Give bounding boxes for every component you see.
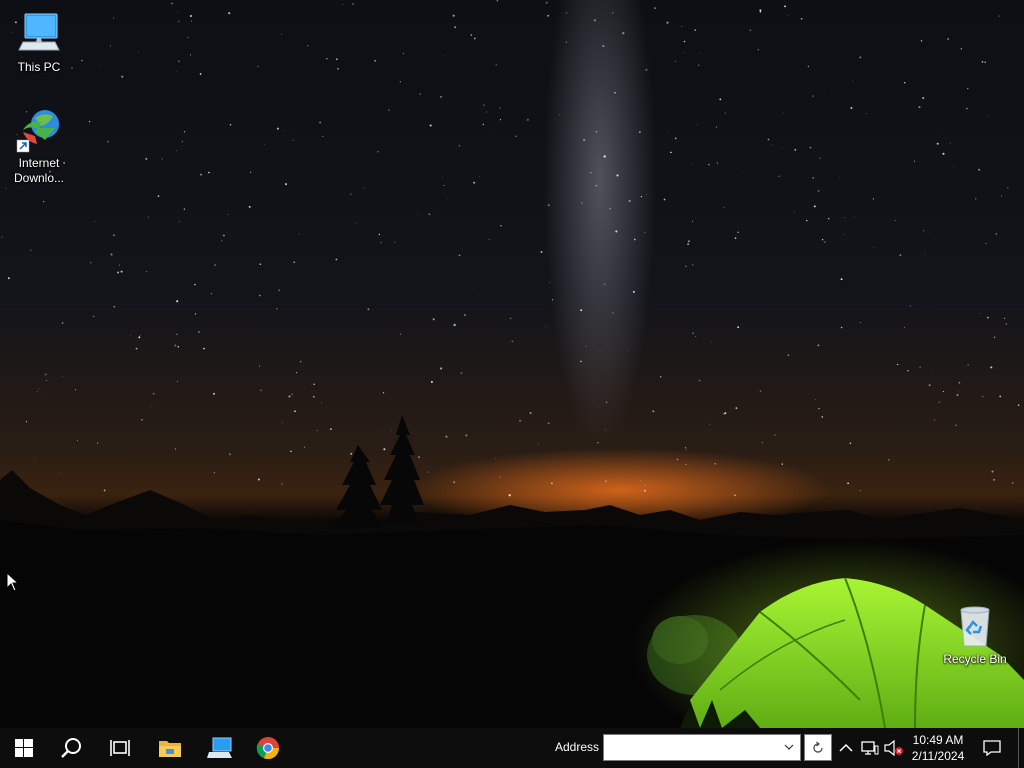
address-bar[interactable] xyxy=(603,734,801,761)
chrome-icon xyxy=(256,737,280,760)
address-label: Address xyxy=(555,740,600,754)
mouse-cursor-icon xyxy=(6,572,20,592)
action-center-button[interactable] xyxy=(970,728,1014,768)
network-icon xyxy=(861,741,879,755)
desktop[interactable]: This PC Internet Downlo... Recycle Bin xyxy=(0,0,1024,728)
clock-date: 2/11/2024 xyxy=(911,749,965,763)
desktop-icon-label: Internet Downlo... xyxy=(13,156,65,185)
clock-time: 10:49 AM xyxy=(912,733,964,747)
recycle-bin-icon xyxy=(960,606,990,647)
search-icon xyxy=(61,738,81,758)
chevron-down-icon[interactable] xyxy=(780,737,798,757)
show-hidden-icons-button[interactable] xyxy=(836,738,856,758)
volume-muted-icon xyxy=(884,739,903,757)
clock[interactable]: 10:49 AM 2/11/2024 xyxy=(906,732,970,764)
taskbar: Address 10:49 AM 2/11/2024 xyxy=(0,728,1024,768)
notification-icon xyxy=(983,740,1001,756)
remote-desktop-button[interactable] xyxy=(196,728,244,768)
desktop-icon-label: This PC xyxy=(17,60,61,74)
desktop-icon-recycle-bin[interactable]: Recycle Bin xyxy=(937,602,1013,667)
address-input[interactable] xyxy=(606,737,780,757)
chrome-button[interactable] xyxy=(244,728,292,768)
desktop-icon-internet-download-manager[interactable]: Internet Downlo... xyxy=(1,106,77,186)
wallpaper-landscape xyxy=(0,415,1024,728)
search-button[interactable] xyxy=(48,728,96,768)
folder-icon xyxy=(159,741,181,757)
task-view-button[interactable] xyxy=(96,728,144,768)
windows-logo-icon xyxy=(15,739,33,757)
desktop-icon-label: Recycle Bin xyxy=(943,652,1007,666)
volume-tray-icon[interactable] xyxy=(884,738,904,758)
monitor-icon xyxy=(207,737,232,758)
file-explorer-button[interactable] xyxy=(146,728,194,768)
desktop-icon-this-pc[interactable]: This PC xyxy=(1,10,77,75)
start-button[interactable] xyxy=(0,728,48,768)
this-pc-icon xyxy=(18,13,60,51)
chevron-up-icon xyxy=(839,743,853,752)
internet-download-manager-icon xyxy=(16,110,59,153)
show-desktop-button[interactable] xyxy=(1018,728,1024,768)
network-tray-icon[interactable] xyxy=(860,738,880,758)
refresh-icon xyxy=(813,740,823,753)
address-go-button[interactable] xyxy=(804,734,832,761)
task-view-icon xyxy=(110,740,130,756)
